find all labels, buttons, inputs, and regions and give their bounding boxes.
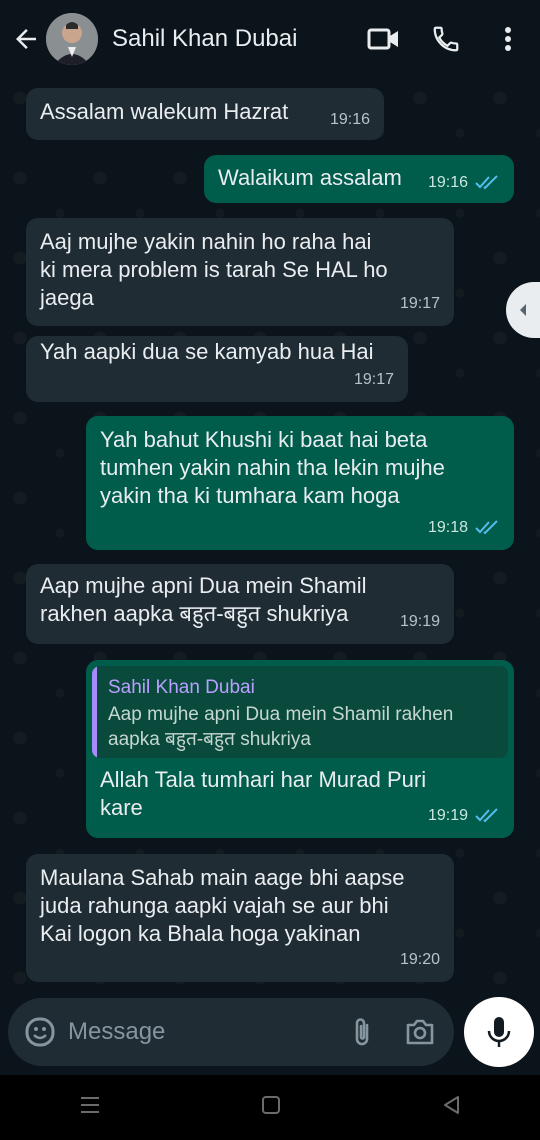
home-icon[interactable] <box>261 1095 281 1120</box>
video-call-icon[interactable] <box>364 19 404 59</box>
message-bubble-incoming[interactable]: Aap mujhe apni Dua mein Shamil rakhen aa… <box>26 564 454 644</box>
message-time: 19:16 <box>427 174 468 191</box>
message-text: Yah bahut Khushi ki baat hai beta tumhen… <box>100 427 445 508</box>
microphone-icon <box>487 1017 511 1047</box>
message-time: 19:17 <box>399 295 440 312</box>
voice-message-button[interactable] <box>464 997 534 1067</box>
back-arrow-icon[interactable] <box>6 19 46 59</box>
emoji-icon[interactable] <box>22 1014 58 1050</box>
contact-name[interactable]: Sahil Khan Dubai <box>112 25 364 53</box>
chat-screen: Sahil Khan Dubai Assalam walekum Hazrat … <box>0 0 540 1140</box>
camera-icon[interactable] <box>400 1012 440 1052</box>
message-text: Aap mujhe apni Dua mein Shamil rakhen aa… <box>40 573 367 626</box>
message-text: Yah aapki dua se kamyab hua Hai <box>40 339 374 364</box>
message-text: Walaikum assalam <box>218 165 402 190</box>
message-text: Aaj mujhe yakin nahin ho raha hai ki mer… <box>40 229 388 310</box>
system-navigation-bar <box>0 1075 540 1140</box>
message-list[interactable]: Assalam walekum Hazrat 19:16 Walaikum as… <box>0 78 540 993</box>
attach-icon[interactable] <box>344 1012 380 1052</box>
message-bubble-incoming[interactable]: Assalam walekum Hazrat 19:16 <box>26 88 384 140</box>
quoted-message-text: Aap mujhe apni Dua mein Shamil rakhen aa… <box>108 704 454 750</box>
message-input[interactable]: Message <box>68 1018 344 1046</box>
message-bubble-outgoing[interactable]: Yah bahut Khushi ki baat hai beta tumhen… <box>86 416 514 550</box>
message-time: 19:18 <box>427 519 468 536</box>
read-receipt-icon <box>475 520 498 535</box>
quoted-message[interactable]: Sahil Khan Dubai Aap mujhe apni Dua mein… <box>92 666 508 758</box>
avatar[interactable] <box>46 13 98 65</box>
message-text: Maulana Sahab main aage bhi aapse juda r… <box>40 865 405 946</box>
message-bubble-outgoing[interactable]: Sahil Khan Dubai Aap mujhe apni Dua mein… <box>86 660 514 838</box>
message-time: 19:19 <box>427 807 468 824</box>
message-bubble-incoming[interactable]: Maulana Sahab main aage bhi aapse juda r… <box>26 854 454 982</box>
message-bubble-outgoing[interactable]: Walaikum assalam 19:16 <box>204 155 514 203</box>
message-composer: Message <box>8 998 454 1066</box>
chevron-left-icon <box>520 304 526 316</box>
more-options-icon[interactable] <box>488 19 528 59</box>
message-bubble-incoming[interactable]: Yah aapki dua se kamyab hua Hai 19:17 <box>26 336 408 402</box>
recent-apps-icon[interactable] <box>80 1096 100 1119</box>
message-bubble-incoming[interactable]: Aaj mujhe yakin nahin ho raha hai ki mer… <box>26 218 454 326</box>
quote-accent-bar <box>92 666 97 758</box>
message-time: 19:17 <box>353 371 394 388</box>
read-receipt-icon <box>475 175 498 190</box>
chat-header: Sahil Khan Dubai <box>0 0 540 78</box>
voice-call-icon[interactable] <box>426 19 466 59</box>
message-time: 19:19 <box>399 613 440 630</box>
message-text: Allah Tala tumhari har Murad Puri kare <box>100 767 427 820</box>
back-nav-icon[interactable] <box>442 1095 460 1120</box>
read-receipt-icon <box>475 808 498 823</box>
message-time: 19:20 <box>399 951 440 968</box>
message-text: Assalam walekum Hazrat <box>40 99 289 124</box>
quoted-sender-name: Sahil Khan Dubai <box>108 677 255 698</box>
message-time: 19:16 <box>329 111 370 128</box>
